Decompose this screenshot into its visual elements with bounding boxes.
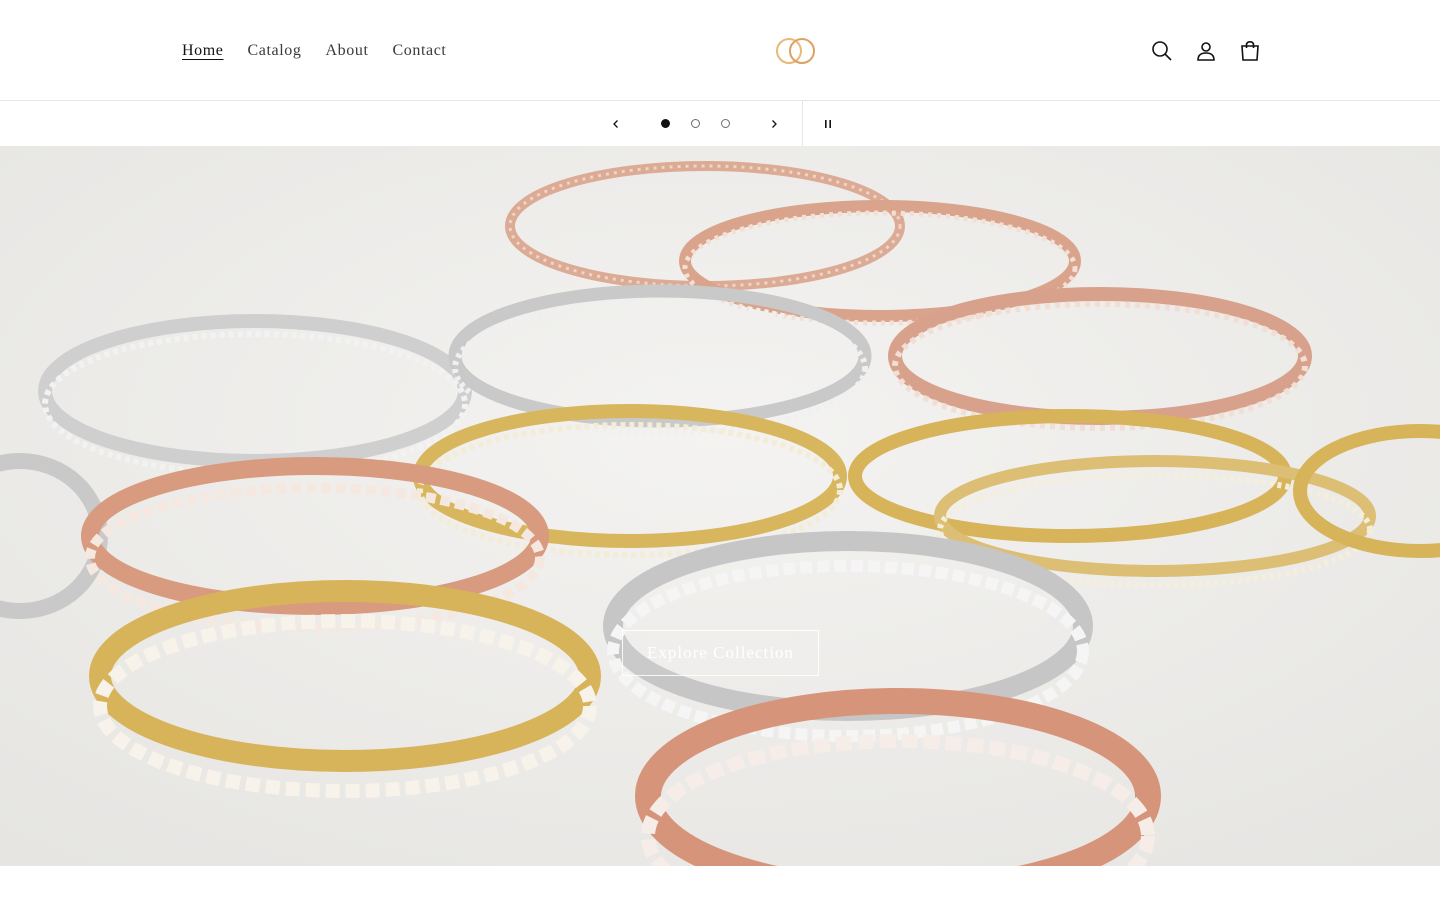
nav-link-contact[interactable]: Contact [392,42,446,60]
slide-dot-2[interactable] [680,101,710,146]
slide-dot-1[interactable] [650,101,680,146]
header-icons [1140,29,1272,73]
hero-banner: Explore Collection [0,146,1440,866]
search-icon[interactable] [1140,29,1184,73]
chevron-right-icon [772,119,777,128]
brand-logo[interactable] [773,35,819,67]
previous-slide-button[interactable] [600,101,632,146]
chevron-left-icon [613,119,618,128]
pause-slideshow-button[interactable] [812,101,844,146]
nav-link-about[interactable]: About [325,42,368,60]
controls-divider [802,101,803,146]
slide-dot-3[interactable] [710,101,740,146]
pause-icon [825,119,831,128]
nav-link-catalog[interactable]: Catalog [248,42,302,60]
next-slide-button[interactable] [758,101,790,146]
cart-icon[interactable] [1228,29,1272,73]
account-icon[interactable] [1184,29,1228,73]
explore-collection-button[interactable]: Explore Collection [622,630,819,676]
site-header: Home Catalog About Contact [0,0,1440,101]
rings-hero-image [0,146,1440,866]
main-nav: Home Catalog About Contact [170,0,458,101]
nav-link-home[interactable]: Home [182,42,224,60]
slideshow-controls [0,101,1440,146]
